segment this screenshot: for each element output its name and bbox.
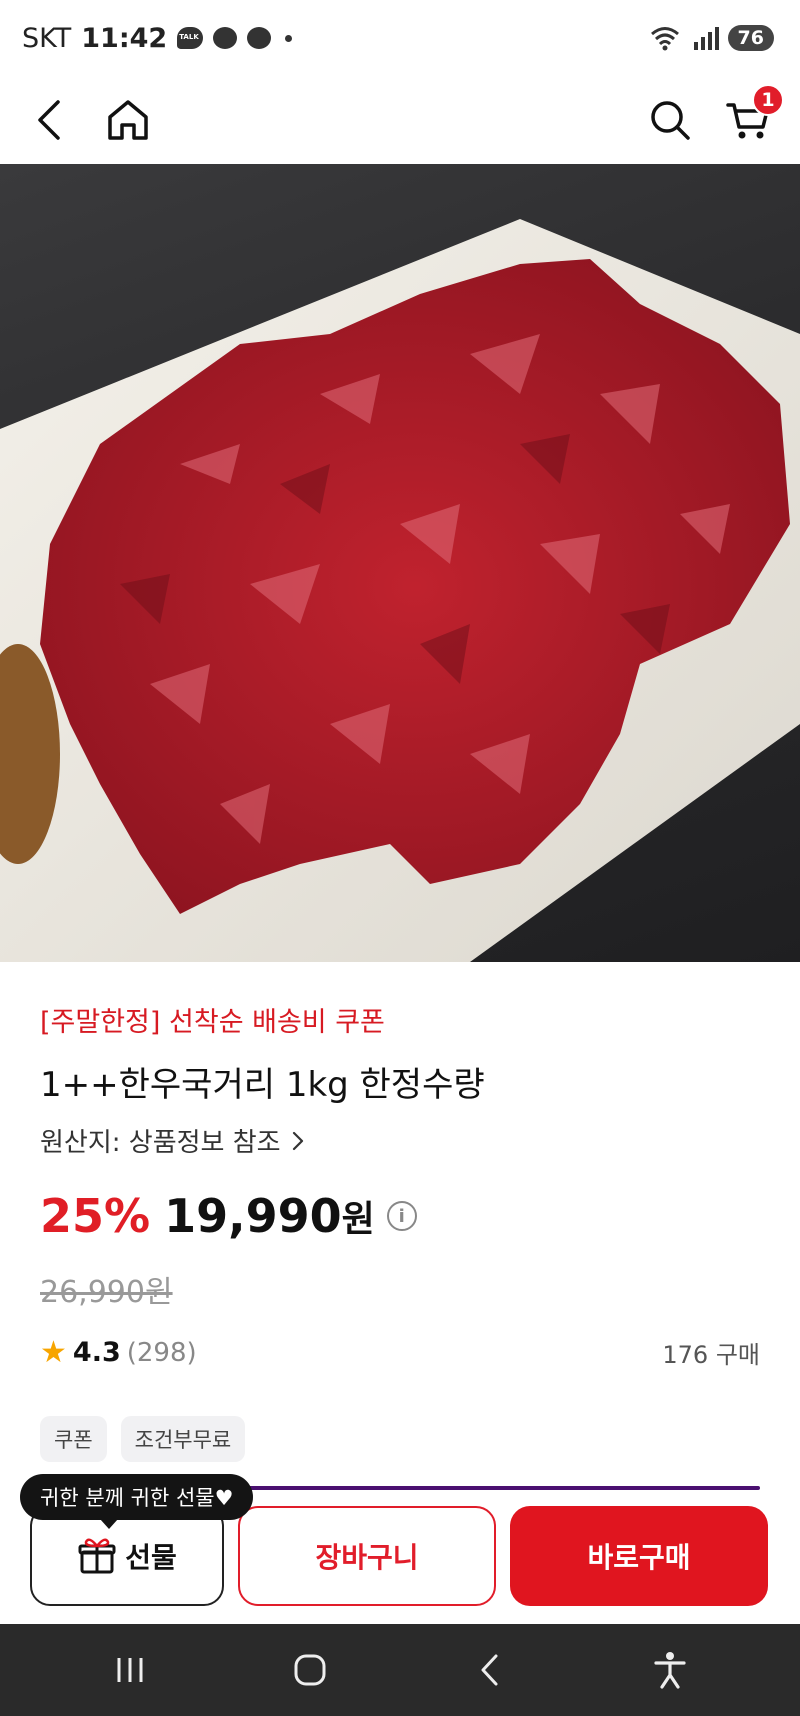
back-icon [38,100,60,140]
more-notifications-icon [285,34,293,42]
product-title: 1++한우국거리 1kg 한정수량 [40,1065,485,1105]
top-navigation: 1 [0,76,800,164]
add-to-cart-button[interactable]: 장바구니 [238,1506,496,1606]
tag-conditional-free-shipping: 조건부무료 [120,1416,246,1462]
cart-button[interactable]: 1 [718,84,784,150]
product-image[interactable] [0,164,800,962]
discount-rate: 25% [40,1189,151,1243]
cafe-notification-icon [247,27,272,49]
origin-link[interactable]: 원산지: 상품정보 참조 [40,1122,760,1159]
gift-button-label: 선물 [125,1541,177,1574]
back-nav-button[interactable] [450,1635,530,1705]
battery-indicator: 76 [727,25,774,51]
gift-tooltip: 귀한 분께 귀한 선물♥ [20,1474,254,1529]
promo-text[interactable]: [주말한정] 선착순 배송비 쿠폰 [40,1000,760,1039]
kakaotalk-notification-icon [177,27,204,49]
accessibility-icon [654,1652,686,1689]
original-price: 26,990원 [40,1275,173,1310]
sale-price: 19,990 [164,1189,342,1243]
clock: 11:42 [81,22,168,54]
rating-value: 4.3 [72,1337,121,1368]
accessibility-button[interactable] [630,1635,710,1705]
chat-notification-icon [213,27,238,49]
wifi-icon [650,27,679,51]
home-nav-button[interactable] [270,1635,350,1705]
recent-apps-button[interactable] [90,1635,170,1705]
tag-list: 쿠폰 조건부무료 [40,1416,760,1462]
back-button[interactable] [20,90,80,150]
buy-now-button[interactable]: 바로구매 [510,1506,768,1606]
origin-label: 원산지: 상품정보 참조 [40,1128,281,1158]
search-button[interactable] [640,90,700,150]
tag-coupon: 쿠폰 [40,1416,107,1462]
status-left: SKT 11:42 [22,22,293,54]
recent-apps-icon [117,1658,143,1682]
purchase-count: 176 구매 [662,1341,760,1369]
home-icon [108,100,148,140]
status-right: 76 [650,25,774,51]
gift-button[interactable]: 선물 [30,1506,224,1606]
gift-icon [78,1538,116,1574]
price-row: 25% 19,990 원 i [40,1189,760,1243]
product-photo [0,219,800,962]
back-nav-icon [481,1654,498,1686]
carrier: SKT [22,22,72,54]
signal-icon [693,27,719,50]
price-info-icon[interactable]: i [386,1201,417,1231]
search-icon [651,101,690,140]
cart-count-badge: 1 [752,84,784,116]
review-count: (298) [126,1337,197,1368]
currency-unit: 원 [341,1199,375,1240]
rating-row[interactable]: ★ 4.3 (298) 176 구매 [40,1335,760,1370]
chevron-right-icon [292,1131,303,1150]
product-info: [주말한정] 선착순 배송비 쿠폰 1++한우국거리 1kg 한정수량 원산지:… [40,1000,760,1462]
star-icon: ★ [40,1335,67,1370]
status-bar: SKT 11:42 76 [0,0,800,76]
system-navigation-bar [0,1624,800,1716]
home-nav-icon [294,1654,326,1686]
home-button[interactable] [98,90,158,150]
